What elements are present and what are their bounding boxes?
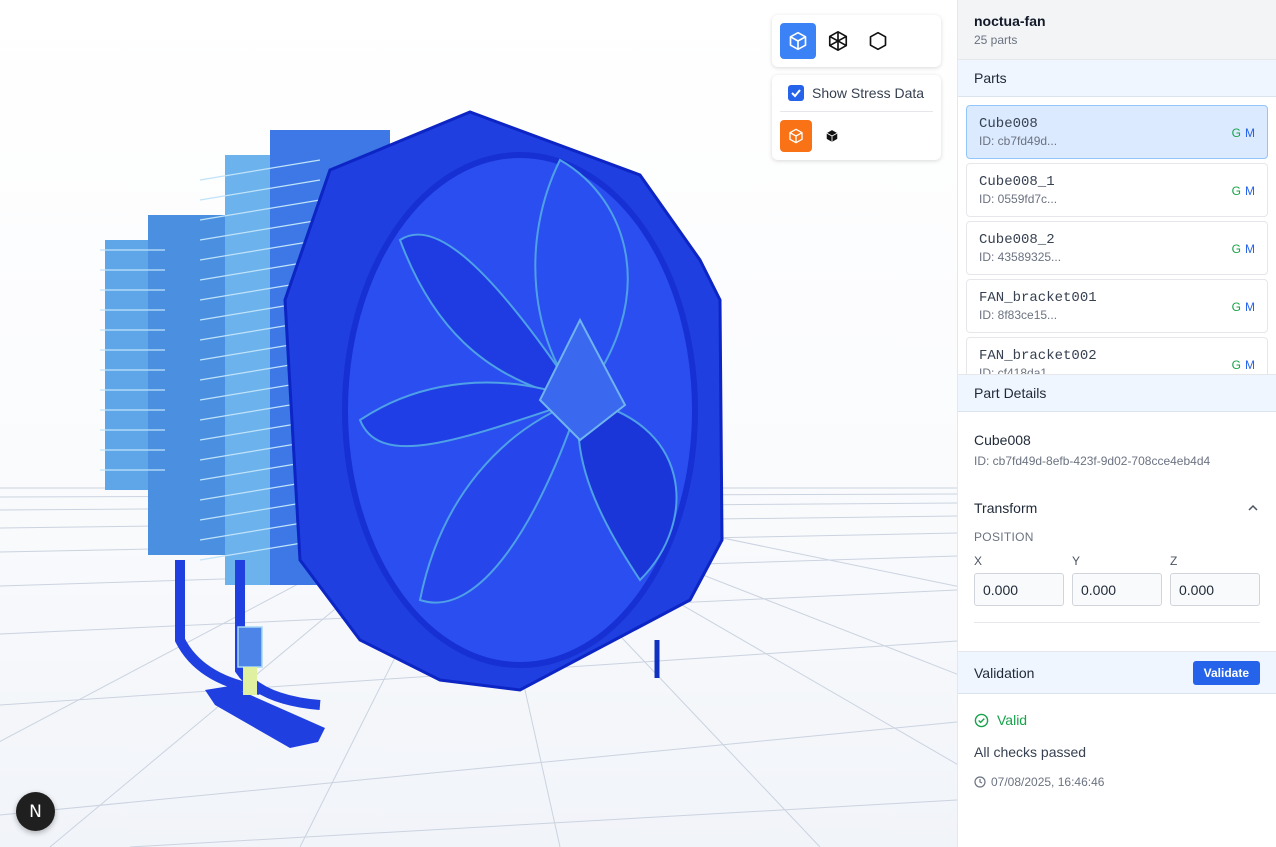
part-name: FAN_bracket002	[979, 348, 1097, 364]
geometry-tag: G	[1231, 242, 1241, 256]
parts-section-header: Parts	[958, 60, 1276, 97]
part-details: Cube008 ID: cb7fd49d-8efb-423f-9d02-708c…	[958, 412, 1276, 652]
validation-title: Validation	[974, 664, 1035, 681]
transform-label: Transform	[974, 500, 1038, 516]
parts-list[interactable]: Cube008 ID: cb7fd49d... GM Cube008_1 ID:…	[958, 97, 1276, 375]
part-item[interactable]: Cube008 ID: cb7fd49d... GM	[966, 105, 1268, 159]
geometry-tag: G	[1231, 126, 1241, 140]
stress-label: Show Stress Data	[812, 85, 925, 101]
divider	[974, 622, 1260, 623]
validate-button[interactable]: Validate	[1192, 660, 1260, 685]
sidebar: noctua-fan 25 parts Parts Cube008 ID: cb…	[957, 0, 1276, 847]
part-item[interactable]: Cube008_1 ID: 0559fd7c... GM	[966, 163, 1268, 217]
badge-letter: N	[29, 801, 42, 822]
chevron-up-icon[interactable]	[1246, 501, 1260, 515]
part-item[interactable]: Cube008_2 ID: 43589325... GM	[966, 221, 1268, 275]
cooler-model[interactable]	[100, 110, 724, 748]
stress-tools	[772, 112, 941, 152]
position-y-input[interactable]	[1072, 573, 1162, 606]
material-tag: M	[1245, 242, 1255, 256]
wireframe-view-button[interactable]	[820, 23, 856, 59]
model-header: noctua-fan 25 parts	[958, 0, 1276, 60]
part-id: ID: cf418da1...	[979, 366, 1058, 375]
material-tag: M	[1245, 300, 1255, 314]
part-name: Cube008	[979, 116, 1038, 132]
z-label: Z	[1170, 554, 1178, 568]
validation-header: Validation Validate	[958, 652, 1276, 694]
show-stress-toggle[interactable]: Show Stress Data	[772, 75, 941, 111]
next-dev-badge[interactable]: N	[16, 792, 55, 831]
check-circle-icon	[974, 713, 989, 727]
position-fields: X Y Z	[974, 554, 1260, 606]
detail-part-name: Cube008	[974, 432, 1031, 448]
position-label: POSITION	[974, 530, 1034, 544]
check-icon	[791, 89, 801, 98]
part-id: ID: cb7fd49d...	[979, 134, 1058, 148]
stress-panel: Show Stress Data	[772, 75, 941, 160]
x-label: X	[974, 554, 983, 568]
mounting-screw	[237, 626, 263, 668]
stress-checkbox[interactable]	[788, 85, 804, 101]
geometry-tag: G	[1231, 300, 1241, 314]
transform-toggle[interactable]: Transform	[974, 500, 1260, 516]
part-count: 25 parts	[974, 33, 1018, 47]
part-item[interactable]: FAN_bracket002 ID: cf418da1... GM	[966, 337, 1268, 375]
validation-status-text: Valid	[997, 712, 1028, 728]
validation-message: All checks passed	[974, 744, 1087, 760]
filled-cube-icon	[826, 130, 838, 142]
validation-timestamp: 07/08/2025, 16:46:46	[974, 775, 1260, 789]
part-details-header: Part Details	[958, 375, 1276, 412]
geometry-tag: G	[1231, 184, 1241, 198]
validation-status: Valid	[974, 712, 1260, 728]
part-id: ID: 0559fd7c...	[979, 192, 1058, 206]
mounting-screw-shaft	[243, 667, 257, 695]
detail-part-id: ID: cb7fd49d-8efb-423f-9d02-708cce4eb4d4	[974, 454, 1211, 468]
outline-view-button[interactable]	[860, 23, 896, 59]
3d-viewport[interactable]: Show Stress Data N	[0, 0, 957, 847]
position-x-input[interactable]	[974, 573, 1064, 606]
clock-icon	[974, 776, 986, 788]
position-z-input[interactable]	[1170, 573, 1260, 606]
geometry-tag: G	[1231, 358, 1241, 372]
part-name: Cube008_2	[979, 232, 1055, 248]
material-tag: M	[1245, 126, 1255, 140]
cube-icon	[789, 31, 807, 51]
part-id: ID: 8f83ce15...	[979, 308, 1058, 322]
material-tag: M	[1245, 184, 1255, 198]
y-label: Y	[1072, 554, 1081, 568]
wireframe-cube-icon	[828, 31, 848, 51]
part-name: Cube008_1	[979, 174, 1055, 190]
part-item[interactable]: FAN_bracket001 ID: 8f83ce15... GM	[966, 279, 1268, 333]
view-mode-toolbar	[772, 15, 941, 67]
part-name: FAN_bracket001	[979, 290, 1097, 306]
validation-body: Valid All checks passed 07/08/2025, 16:4…	[958, 694, 1276, 807]
cube-icon	[789, 128, 803, 144]
validation-time-text: 07/08/2025, 16:46:46	[991, 775, 1105, 789]
stress-solid-button[interactable]	[780, 120, 812, 152]
material-tag: M	[1245, 358, 1255, 372]
hexagon-icon	[869, 31, 887, 51]
part-id: ID: 43589325...	[979, 250, 1062, 264]
model-name: noctua-fan	[974, 13, 1046, 29]
solid-view-button[interactable]	[780, 23, 816, 59]
stress-filled-button[interactable]	[816, 120, 848, 152]
